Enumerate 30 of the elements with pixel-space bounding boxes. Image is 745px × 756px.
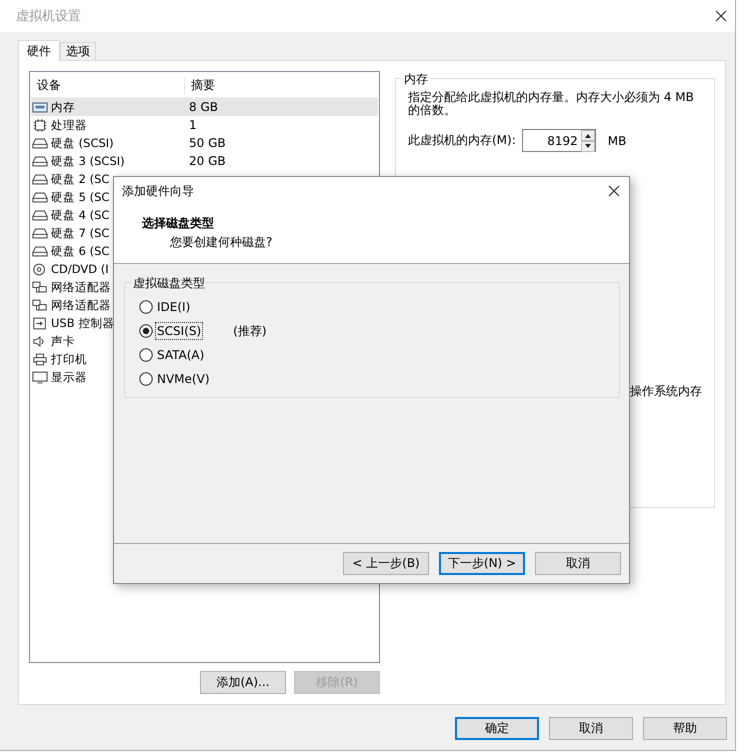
device-name: 内存 bbox=[51, 100, 75, 114]
memory-description: 指定分配给此虚拟机的内存量。内存大小必须为 4 MB 的倍数。 bbox=[408, 91, 695, 117]
window-title: 虚拟机设置 bbox=[16, 8, 81, 25]
device-name: 硬盘 2 (SC bbox=[51, 172, 110, 186]
device-summary: 50 GB bbox=[188, 136, 226, 150]
memory-note: 操作系统内存 bbox=[630, 383, 702, 400]
device-name: CD/DVD (I bbox=[51, 262, 109, 276]
device-name: 显示器 bbox=[51, 370, 87, 384]
device-name: 硬盘 (SCSI) bbox=[51, 136, 114, 150]
device-name: 硬盘 6 (SC bbox=[51, 244, 110, 258]
device-summary: 8 GB bbox=[188, 100, 218, 114]
device-name: 处理器 bbox=[51, 118, 87, 132]
device-name: 硬盘 3 (SCSI) bbox=[51, 154, 125, 168]
wizard-heading: 选择磁盘类型 bbox=[142, 215, 215, 232]
unit-label: MB bbox=[608, 134, 626, 148]
dialog-title: 添加硬件向导 bbox=[122, 182, 194, 200]
device-name: 网络适配器 bbox=[51, 280, 111, 294]
wizard-subheading: 您要创建何种磁盘? bbox=[170, 234, 274, 251]
device-name: 硬盘 7 (SC bbox=[51, 226, 110, 240]
device-name: 打印机 bbox=[51, 352, 87, 366]
device-name: 声卡 bbox=[51, 334, 75, 348]
group-title: 虚拟磁盘类型 bbox=[131, 275, 207, 292]
device-summary: 20 GB bbox=[188, 154, 226, 168]
memory-label: 此虚拟机的内存(M): bbox=[408, 132, 516, 149]
device-name: USB 控制器 bbox=[51, 316, 114, 330]
device-name: 网络适配器 bbox=[51, 298, 111, 312]
recommended-note: (推荐) bbox=[233, 322, 267, 340]
device-name: 硬盘 4 (SC bbox=[51, 208, 110, 222]
device-summary: 1 bbox=[188, 118, 197, 132]
device-name: 硬盘 5 (SC bbox=[51, 190, 110, 204]
